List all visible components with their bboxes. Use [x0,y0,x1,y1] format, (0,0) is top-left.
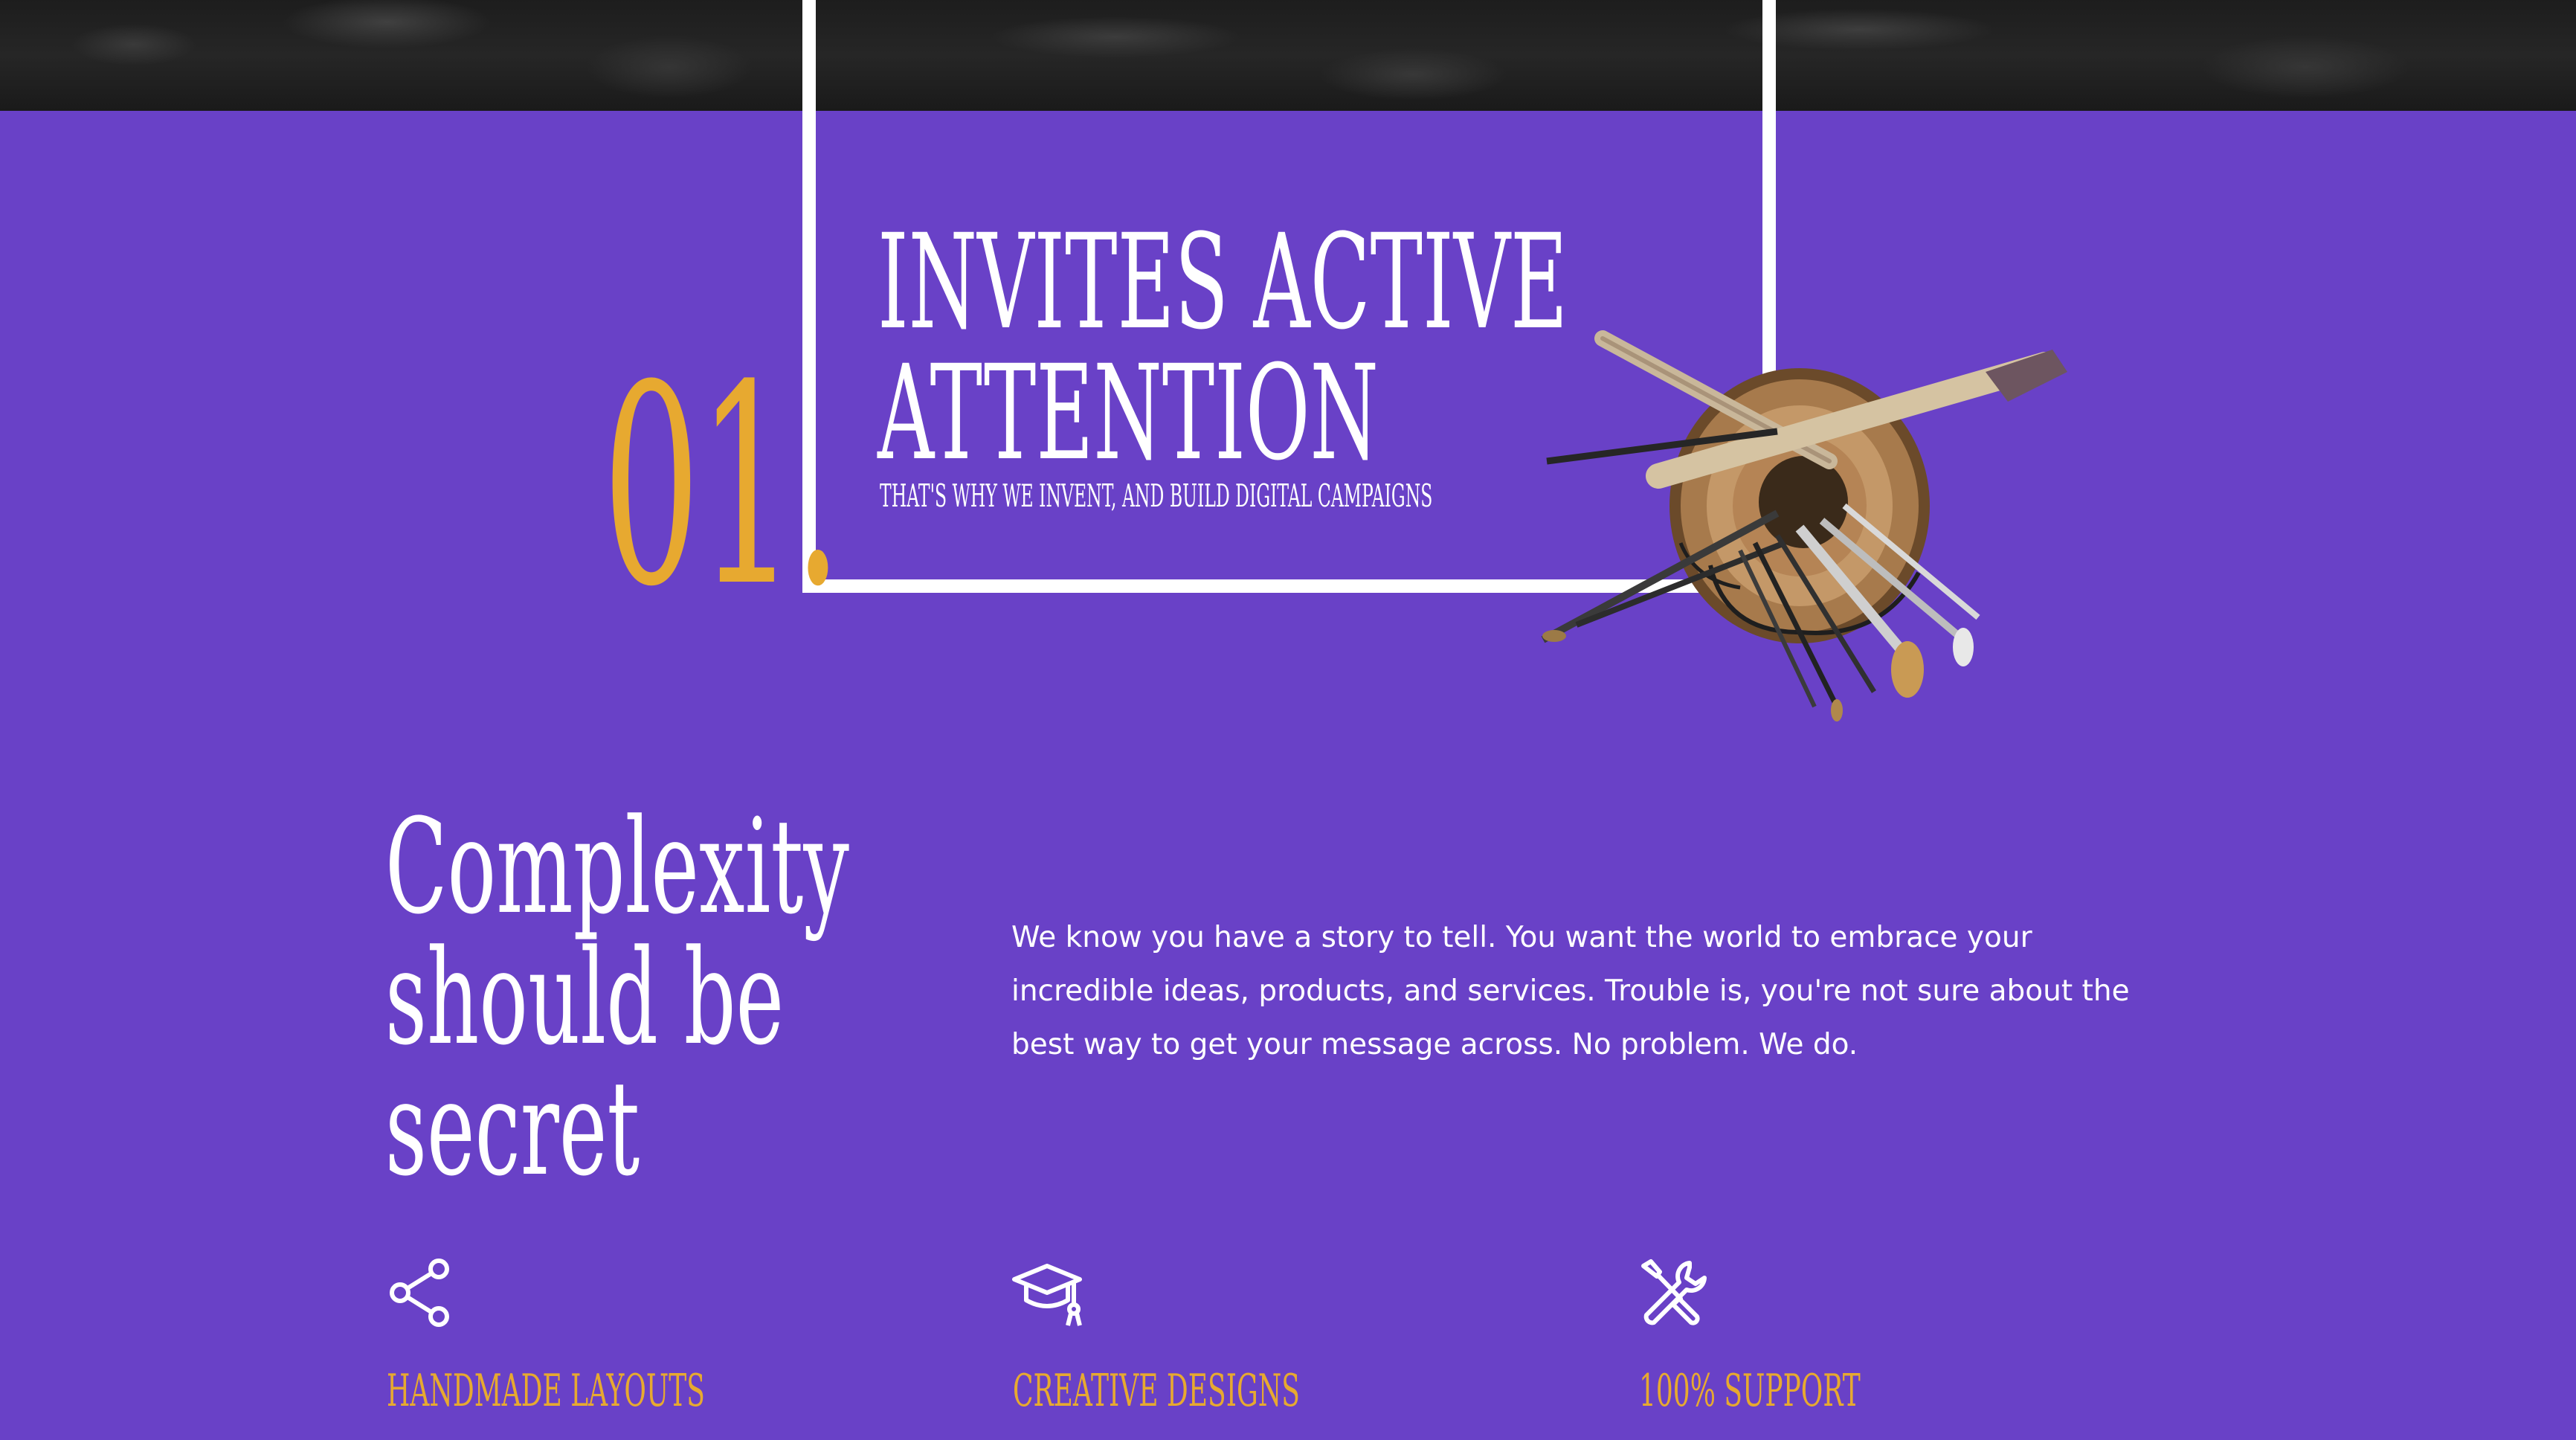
hero-tagline: THAT'S WHY WE INVENT, AND BUILD DIGITAL … [880,478,1433,514]
section-heading-line-3: secret [385,1052,640,1205]
paint-brushes-image [1541,330,2067,721]
share-icon [390,1259,449,1327]
hero-headline-line-1: INVITES ACTIVE [878,206,1568,359]
feature-100-support: 100% SUPPORT [1638,1257,1861,1413]
feature-handmade-layouts: HANDMADE LAYOUTS [385,1257,705,1413]
section-number: 01. [602,327,843,647]
section-heading: Complexity should be secret [385,802,849,1195]
tools-icon [1641,1259,1707,1325]
feature-creative-designs: CREATIVE DESIGNS [1011,1257,1300,1413]
hero-headline-line-2: ATTENTION [878,337,1379,489]
feature-label: 100% SUPPORT [1639,1365,1861,1417]
intro-paragraph: We know you have a story to tell. You wa… [1011,921,2130,1061]
graduation-cap-icon [1012,1264,1082,1326]
feature-label: CREATIVE DESIGNS [1013,1365,1300,1417]
section-heading-line-2: should be [385,922,785,1074]
hero-headline: INVITES ACTIVE ATTENTION [878,217,1568,479]
feature-label: HANDMADE LAYOUTS [387,1365,705,1417]
section-heading-line-1: Complexity [385,791,849,943]
